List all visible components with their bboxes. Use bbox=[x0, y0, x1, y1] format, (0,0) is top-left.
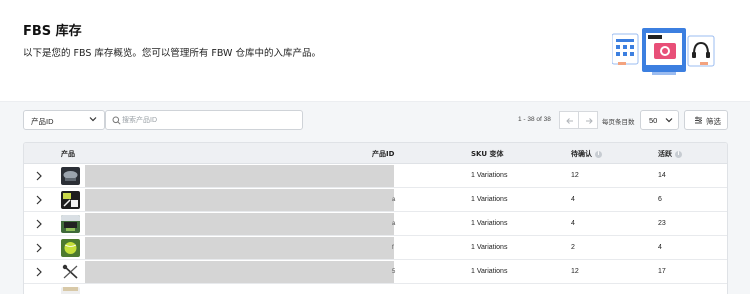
product-id-fragment: 5 bbox=[392, 269, 396, 275]
table-row[interactable]: 5 1 Variations 12 17 bbox=[24, 260, 727, 284]
column-header-active[interactable]: 活跃 i bbox=[658, 149, 682, 159]
chevron-down-icon bbox=[89, 117, 97, 122]
page-header: FBS 库存 以下是您的 FBS 库存概览。您可以管理所有 FBW 仓库中的入库… bbox=[0, 0, 750, 102]
column-header-pending-label: 待确认 bbox=[571, 150, 592, 158]
filter-field-select[interactable]: 产品ID bbox=[23, 110, 105, 130]
filter-label: 筛选 bbox=[706, 117, 721, 126]
product-id-fragment: f bbox=[392, 245, 394, 251]
sku-variants-cell: 1 Variations bbox=[471, 196, 508, 203]
column-header-active-label: 活跃 bbox=[658, 150, 672, 158]
search-box[interactable] bbox=[105, 110, 303, 130]
page-title: FBS 库存 bbox=[23, 24, 82, 39]
chevron-right-icon[interactable] bbox=[35, 243, 43, 253]
product-thumbnail bbox=[61, 167, 80, 185]
active-count-cell: 4 bbox=[658, 244, 662, 251]
active-count-cell: 6 bbox=[658, 196, 662, 203]
product-thumbnail bbox=[61, 215, 80, 233]
pagination-info: 1 - 38 of 38 bbox=[518, 116, 551, 123]
column-header-pending[interactable]: 待确认 i bbox=[571, 149, 602, 159]
pending-count-cell: 12 bbox=[571, 172, 579, 179]
table-row-partial[interactable] bbox=[24, 284, 727, 294]
redacted-product-name bbox=[85, 261, 394, 283]
filter-icon bbox=[695, 116, 702, 124]
arrow-left-icon bbox=[566, 118, 573, 124]
next-page-button[interactable] bbox=[578, 111, 598, 129]
info-icon[interactable]: i bbox=[675, 150, 682, 158]
pending-count-cell: 4 bbox=[571, 196, 575, 203]
product-thumbnail bbox=[61, 287, 80, 294]
product-thumbnail bbox=[61, 239, 80, 257]
pending-count-cell: 12 bbox=[571, 268, 579, 275]
column-header-sku-variants[interactable]: SKU 变体 bbox=[471, 149, 503, 159]
product-thumbnail bbox=[61, 263, 80, 281]
redacted-product-name bbox=[85, 237, 394, 259]
info-icon[interactable]: i bbox=[595, 150, 602, 158]
sku-variants-cell: 1 Variations bbox=[471, 172, 508, 179]
filter-button[interactable]: 筛选 bbox=[684, 110, 728, 130]
active-count-cell: 14 bbox=[658, 172, 666, 179]
redacted-product-name bbox=[85, 165, 394, 187]
product-thumbnail bbox=[61, 191, 80, 209]
pending-count-cell: 2 bbox=[571, 244, 575, 251]
redacted-product-name bbox=[85, 189, 394, 211]
chevron-down-icon bbox=[665, 118, 673, 123]
active-count-cell: 17 bbox=[658, 268, 666, 275]
filter-field-value: 产品ID bbox=[31, 117, 54, 126]
column-header-product-id[interactable]: 产品ID bbox=[372, 149, 394, 159]
table-row[interactable]: 1 Variations 12 14 bbox=[24, 164, 727, 188]
chevron-right-icon[interactable] bbox=[35, 219, 43, 229]
arrow-right-icon bbox=[586, 118, 593, 124]
prev-page-button[interactable] bbox=[559, 111, 579, 129]
sku-variants-cell: 1 Variations bbox=[471, 220, 508, 227]
table-row[interactable]: f 1 Variations 2 4 bbox=[24, 236, 727, 260]
product-id-fragment: a bbox=[392, 197, 396, 203]
column-header-product[interactable]: 产品 bbox=[61, 149, 75, 159]
inventory-illustration bbox=[612, 28, 715, 75]
search-icon bbox=[112, 116, 121, 125]
pending-count-cell: 4 bbox=[571, 220, 575, 227]
search-input[interactable] bbox=[122, 114, 297, 127]
table-header: 产品 产品ID SKU 变体 待确认 i 活跃 i bbox=[24, 143, 727, 164]
table-row[interactable]: a 1 Variations 4 23 bbox=[24, 212, 727, 236]
active-count-cell: 23 bbox=[658, 220, 666, 227]
inventory-table: 产品 产品ID SKU 变体 待确认 i 活跃 i 1 Variations 12 … bbox=[23, 142, 728, 294]
per-page-label: 每页条目数 bbox=[602, 119, 635, 126]
table-row[interactable]: a 1 Variations 4 6 bbox=[24, 188, 727, 212]
chevron-right-icon[interactable] bbox=[35, 267, 43, 277]
page-description: 以下是您的 FBS 库存概览。您可以管理所有 FBW 仓库中的入库产品。 bbox=[23, 48, 321, 59]
product-id-fragment: a bbox=[392, 221, 396, 227]
chevron-right-icon[interactable] bbox=[35, 195, 43, 205]
chevron-right-icon[interactable] bbox=[35, 171, 43, 181]
per-page-value: 50 bbox=[649, 116, 658, 125]
sku-variants-cell: 1 Variations bbox=[471, 268, 508, 275]
sku-variants-cell: 1 Variations bbox=[471, 244, 508, 251]
redacted-product-name bbox=[85, 213, 394, 235]
per-page-select[interactable]: 50 bbox=[640, 110, 679, 130]
